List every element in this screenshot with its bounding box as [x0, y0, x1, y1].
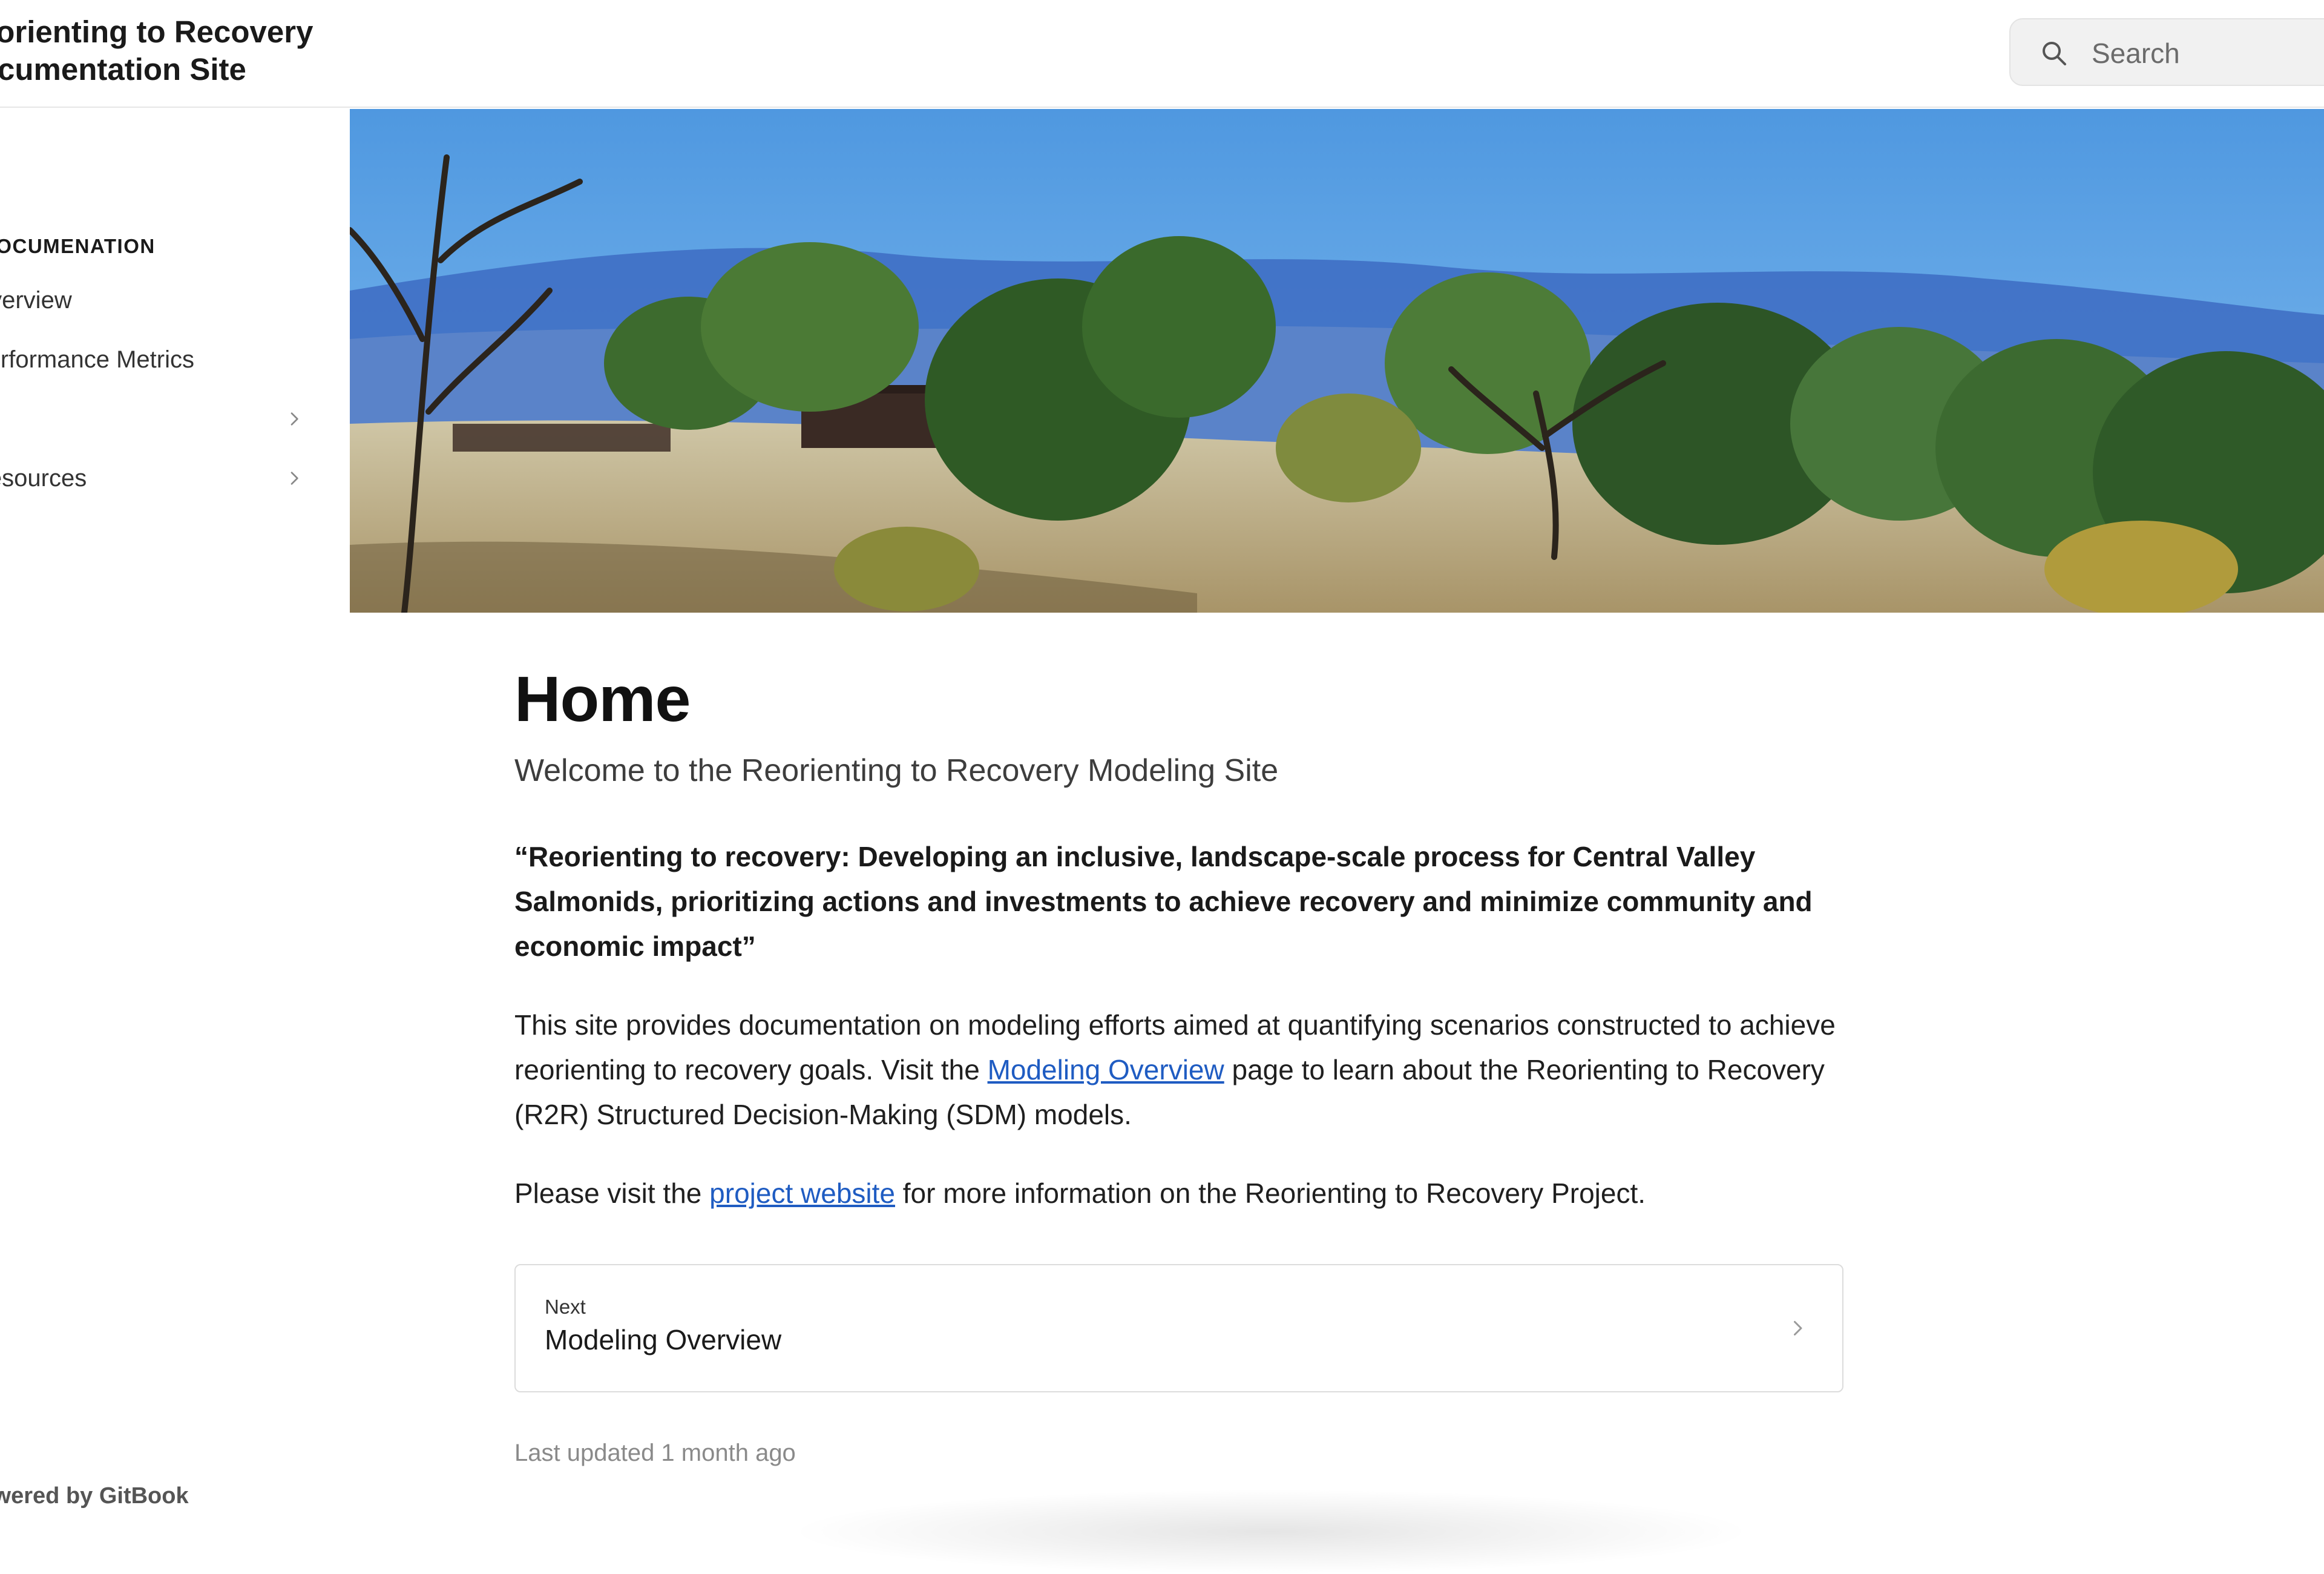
sidebar-item-performance-metrics[interactable]: Performance Metrics	[0, 335, 315, 384]
search-input[interactable]: Search	[2009, 18, 2324, 86]
sidebar-item-label: Performance Metrics	[0, 346, 194, 373]
bottom-shadow	[787, 1489, 1755, 1574]
search-icon	[2043, 42, 2066, 65]
sidebar: DOCUMENATION Overview Performance Metric…	[0, 109, 350, 1550]
next-page-title: Modeling Overview	[545, 1324, 782, 1355]
chevron-right-icon[interactable]	[284, 409, 304, 429]
page-subtitle: Welcome to the Reorienting to Recovery M…	[514, 753, 1279, 788]
last-updated-text: Last updated 1 month ago	[514, 1440, 796, 1466]
intro-paragraph: This site provides documentation on mode…	[514, 1003, 1846, 1137]
site-title-line1[interactable]: Reorienting to Recovery	[0, 13, 313, 51]
hero-image	[350, 109, 2324, 613]
site-title[interactable]: Reorienting to Recovery Documentation Si…	[0, 13, 313, 88]
project-website-link[interactable]: project website	[709, 1177, 895, 1209]
next-page-card[interactable]: Next Modeling Overview	[514, 1264, 1843, 1392]
sidebar-item-label: Overview	[0, 287, 72, 314]
top-header: Reorienting to Recovery Documentation Si…	[0, 0, 2324, 108]
sidebar-item-resources[interactable]: Resources	[0, 454, 315, 502]
chevron-right-icon[interactable]	[284, 469, 304, 488]
page-title: Home	[514, 664, 691, 735]
powered-by-gitbook-link[interactable]: Powered by GitBook	[0, 1483, 189, 1509]
search-placeholder: Search	[2092, 38, 2180, 69]
paragraph-text: for more information on the Reorienting …	[895, 1177, 1646, 1209]
modeling-overview-link[interactable]: Modeling Overview	[988, 1054, 1224, 1085]
sidebar-item-overview[interactable]: Overview	[0, 276, 315, 324]
project-paragraph: Please visit the project website for mor…	[514, 1171, 1846, 1216]
site-title-line2[interactable]: Documentation Site	[0, 51, 313, 88]
project-quote: “Reorienting to recovery: Developing an …	[514, 841, 1813, 962]
sidebar-section-title: DOCUMENATION	[0, 235, 156, 257]
chevron-right-icon	[1794, 1321, 1802, 1335]
sidebar-item-label: Resources	[0, 465, 87, 492]
sidebar-item-collapsed[interactable]	[0, 395, 315, 443]
main-content: Home Welcome to the Reorienting to Recov…	[514, 660, 1846, 1467]
paragraph-text: Please visit the	[514, 1177, 710, 1209]
hero-landscape-illustration	[350, 109, 2324, 613]
next-label: Next	[545, 1296, 586, 1318]
